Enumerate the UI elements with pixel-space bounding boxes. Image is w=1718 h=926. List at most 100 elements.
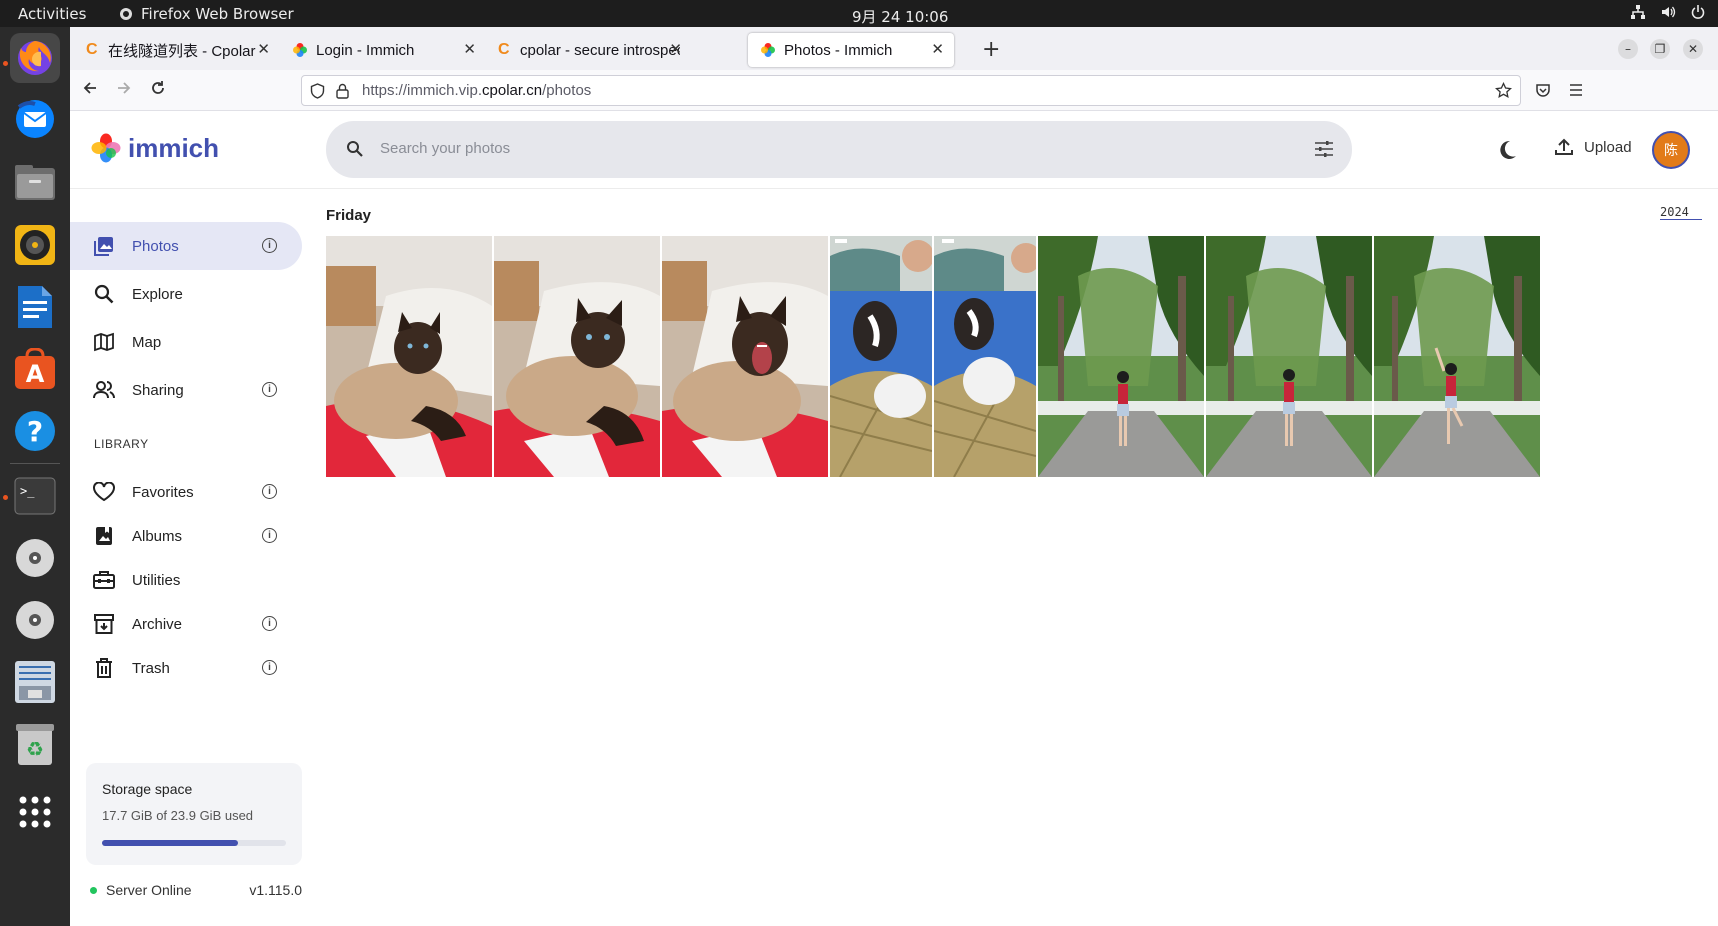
- network-icon: [1631, 5, 1645, 19]
- app-menu[interactable]: Firefox Web Browser: [119, 5, 294, 23]
- menu-icon[interactable]: [1568, 82, 1584, 98]
- info-icon[interactable]: i: [262, 382, 277, 397]
- reload-icon[interactable]: [150, 80, 166, 96]
- close-tab-icon[interactable]: ✕: [257, 40, 270, 58]
- timeline-scrubber-year[interactable]: 2024: [1660, 205, 1702, 220]
- online-indicator: [90, 887, 97, 894]
- sidebar-item-utilities[interactable]: Utilities: [70, 556, 302, 604]
- tab-photos-immich[interactable]: Photos - Immich ✕: [748, 33, 954, 67]
- firefox-icon[interactable]: [10, 33, 60, 83]
- lock-icon[interactable]: [336, 83, 349, 99]
- photo-thumbnail[interactable]: [1374, 236, 1540, 477]
- sidebar: Photos i Explore Map Sharing i LIBRARY F…: [70, 189, 310, 926]
- immich-logo[interactable]: immich: [90, 132, 219, 164]
- close-tab-icon[interactable]: ✕: [669, 40, 682, 58]
- search-input[interactable]: Search your photos: [380, 140, 510, 157]
- utilities-icon: [92, 568, 116, 592]
- sidebar-item-archive[interactable]: Archive i: [70, 600, 302, 648]
- photo-thumbnail[interactable]: [830, 236, 932, 477]
- svg-text:>_: >_: [20, 484, 35, 498]
- writer-icon[interactable]: [10, 282, 60, 332]
- info-icon[interactable]: i: [262, 238, 277, 253]
- search-bar[interactable]: Search your photos: [326, 121, 1352, 178]
- activities-button[interactable]: Activities: [18, 5, 86, 23]
- server-version[interactable]: v1.115.0: [249, 882, 302, 898]
- tab-title: cpolar - secure introspect: [520, 41, 680, 59]
- system-tray[interactable]: [1630, 4, 1706, 20]
- disc-icon[interactable]: [10, 533, 60, 583]
- photo-thumbnail[interactable]: [494, 236, 660, 477]
- heart-icon: [92, 480, 116, 504]
- sidebar-item-label: Trash: [132, 659, 170, 677]
- tab-login-immich[interactable]: Login - Immich ✕: [280, 33, 486, 67]
- upload-label: Upload: [1584, 138, 1632, 156]
- tab-strip: C 在线隧道列表 - Cpolar ✕ Login - Immich ✕ C c…: [70, 27, 1718, 70]
- guinea-pigs-photo: [830, 236, 932, 477]
- rhythmbox-icon[interactable]: [10, 220, 60, 270]
- search-icon[interactable]: [346, 140, 364, 158]
- bookmark-star-icon[interactable]: [1495, 82, 1512, 99]
- avatar[interactable]: 陈: [1652, 131, 1690, 169]
- sidebar-item-explore[interactable]: Explore: [70, 270, 302, 318]
- info-icon[interactable]: i: [262, 528, 277, 543]
- shield-icon[interactable]: [310, 83, 325, 99]
- sidebar-item-map[interactable]: Map: [70, 318, 302, 366]
- close-window-button[interactable]: ✕: [1683, 39, 1703, 59]
- text-editor-icon[interactable]: [10, 657, 60, 707]
- info-icon[interactable]: i: [262, 484, 277, 499]
- upload-icon: [1555, 138, 1573, 155]
- date-group-title: Friday: [326, 207, 372, 224]
- sidebar-item-favorites[interactable]: Favorites i: [70, 468, 302, 516]
- address-bar[interactable]: https://immich.vip.cpolar.cn/photos: [301, 75, 1521, 106]
- disc-icon[interactable]: [10, 595, 60, 645]
- storage-title: Storage space: [102, 781, 193, 797]
- forward-icon[interactable]: [116, 80, 132, 96]
- search-filters-icon[interactable]: [1314, 140, 1334, 158]
- new-tab-button[interactable]: +: [982, 37, 1000, 62]
- tab-cpolar-tunnels[interactable]: C 在线隧道列表 - Cpolar ✕: [74, 33, 280, 67]
- close-tab-icon[interactable]: ✕: [931, 40, 944, 58]
- photo-thumbnail[interactable]: [1206, 236, 1372, 477]
- server-status-label: Server Online: [106, 882, 192, 898]
- terminal-icon[interactable]: >_: [10, 471, 60, 521]
- restore-button[interactable]: ❐: [1650, 39, 1670, 59]
- tab-title: 在线隧道列表 - Cpolar: [108, 42, 256, 60]
- sidebar-item-label: Sharing: [132, 381, 184, 399]
- tab-cpolar-introspect[interactable]: C cpolar - secure introspect ✕: [486, 33, 692, 67]
- app-grid-icon[interactable]: [10, 787, 60, 837]
- pocket-icon[interactable]: [1535, 82, 1551, 98]
- photo-thumbnail[interactable]: [326, 236, 492, 477]
- sidebar-item-trash[interactable]: Trash i: [70, 644, 302, 692]
- immich-icon: [293, 43, 307, 57]
- upload-button[interactable]: Upload: [1554, 138, 1632, 156]
- svg-text:A: A: [26, 360, 45, 388]
- info-icon[interactable]: i: [262, 616, 277, 631]
- back-icon[interactable]: [82, 80, 98, 96]
- info-icon[interactable]: i: [262, 660, 277, 675]
- photo-thumbnail[interactable]: [934, 236, 1036, 477]
- app-name: Firefox Web Browser: [141, 5, 294, 23]
- help-icon[interactable]: ?: [10, 406, 60, 456]
- close-tab-icon[interactable]: ✕: [463, 40, 476, 58]
- sidebar-item-photos[interactable]: Photos i: [70, 222, 302, 270]
- storage-progress-bar: [102, 840, 286, 846]
- sidebar-item-albums[interactable]: Albums i: [70, 512, 302, 560]
- tab-title: Login - Immich: [316, 41, 415, 59]
- minimize-button[interactable]: –: [1618, 39, 1638, 59]
- photo-thumbnail[interactable]: [662, 236, 828, 477]
- thunderbird-icon[interactable]: [10, 94, 60, 144]
- clock[interactable]: 9月 24 10:06: [852, 6, 948, 27]
- photo-thumbnail[interactable]: [1038, 236, 1204, 477]
- park-girl-photo: [1206, 236, 1372, 477]
- trash-icon[interactable]: ♻: [10, 720, 60, 770]
- svg-text:♻: ♻: [26, 737, 44, 761]
- dark-mode-icon[interactable]: [1496, 139, 1518, 161]
- cpolar-icon: C: [498, 41, 510, 58]
- url-domain: cpolar.cn: [482, 82, 543, 99]
- files-icon[interactable]: [10, 158, 60, 208]
- software-icon[interactable]: A: [10, 344, 60, 394]
- albums-icon: [92, 524, 116, 548]
- sidebar-item-label: Archive: [132, 615, 183, 633]
- sidebar-item-sharing[interactable]: Sharing i: [70, 366, 302, 414]
- cat-photo: [494, 236, 660, 477]
